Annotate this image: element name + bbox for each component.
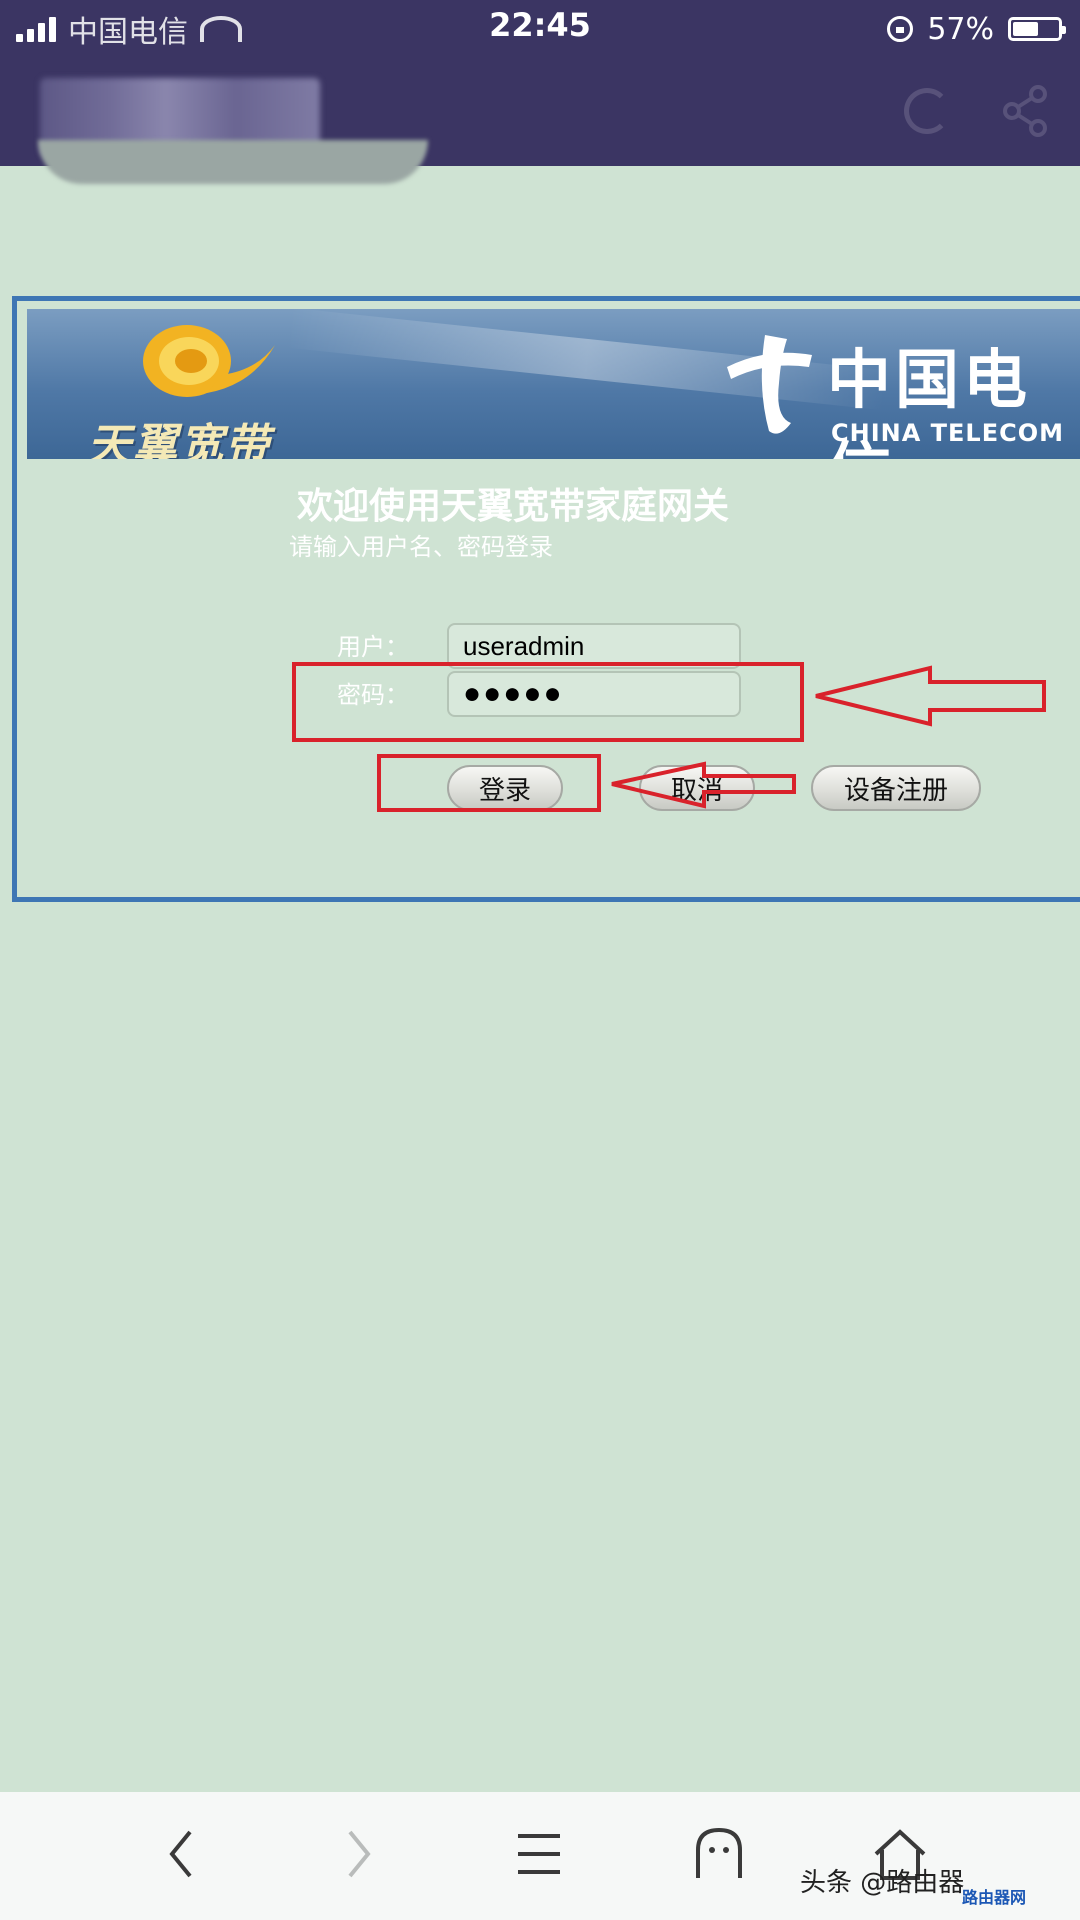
watermark-site: 路由器网: [962, 1888, 1027, 1907]
china-telecom-logo-icon: [727, 335, 812, 434]
login-hint: 请输入用户名、密码登录: [289, 533, 553, 561]
tabs-ghost-icon[interactable]: [694, 1826, 744, 1882]
annotation-arrow-login-icon: [611, 761, 796, 809]
forward-icon[interactable]: [344, 1826, 374, 1882]
battery-icon: [1008, 17, 1066, 41]
battery-fill: [1013, 22, 1038, 36]
annotation-box-password: [292, 662, 804, 742]
status-right: 57%: [887, 8, 1066, 50]
tianyi-swirl-logo-icon: [143, 325, 275, 397]
device-register-button[interactable]: 设备注册: [811, 765, 981, 811]
share-icon[interactable]: [1000, 84, 1050, 138]
username-label: 用户：: [337, 633, 409, 661]
back-icon[interactable]: [166, 1826, 196, 1882]
browser-bottom-toolbar: [0, 1792, 1080, 1920]
router-banner: 天翼宽带 中国电信 CHINA TELECOM: [27, 309, 1080, 459]
china-telecom-en: CHINA TELECOM: [831, 419, 1064, 447]
welcome-title: 欢迎使用天翼宽带家庭网关: [297, 486, 730, 527]
tianyi-logo-text: 天翼宽带: [87, 420, 271, 459]
battery-percent: 57%: [927, 11, 994, 47]
refresh-icon[interactable]: [904, 88, 950, 134]
menu-icon[interactable]: [516, 1826, 562, 1882]
rotation-lock-icon: [887, 16, 914, 42]
annotation-box-login: [377, 754, 601, 812]
blurred-tab: [38, 140, 428, 184]
annotation-arrow-password-icon: [815, 665, 1046, 727]
watermark-text: 头条 @路由器: [800, 1868, 965, 1898]
